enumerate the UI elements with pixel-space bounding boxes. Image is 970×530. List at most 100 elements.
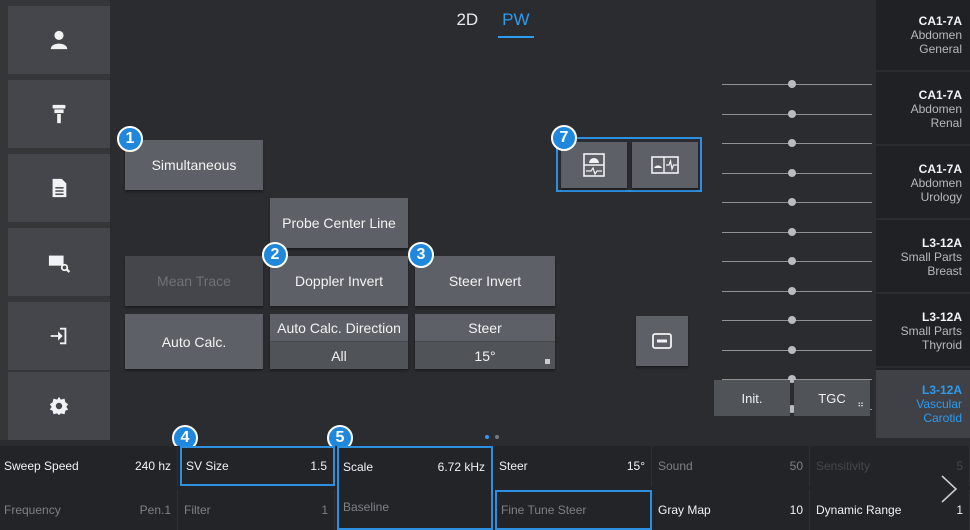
param-value: 50 [789, 459, 803, 473]
mode-tabs: 2D PW [110, 10, 876, 38]
param-sound[interactable]: Sound 50 [654, 446, 810, 486]
tab-2d[interactable]: 2D [452, 10, 482, 38]
badge-1: 1 [117, 126, 143, 152]
report-button[interactable] [8, 154, 110, 222]
steer-label: Steer [415, 314, 555, 342]
preset-application: Small Parts [900, 324, 962, 338]
next-page-arrow-icon[interactable] [938, 474, 962, 504]
steer-value: 15° [415, 342, 555, 369]
auto-calc-button[interactable]: Auto Calc. [125, 314, 263, 369]
param-value: 240 hz [134, 459, 171, 473]
param-value: Pen.1 [139, 503, 171, 517]
auto-calc-direction-value: All [270, 342, 408, 369]
mean-trace-button[interactable]: Mean Trace [125, 256, 263, 306]
tgc-slider-knob[interactable] [788, 139, 796, 147]
preset-name: General [919, 42, 962, 56]
param-value: 5 [956, 459, 963, 473]
param-gray-map[interactable]: Gray Map 10 [654, 490, 810, 530]
doppler-invert-button[interactable]: Doppler Invert [270, 256, 408, 306]
param-label: SV Size [186, 459, 229, 473]
tgc-slider-knob[interactable] [788, 169, 796, 177]
preset-application: Abdomen [910, 102, 962, 116]
tgc-slider-track [722, 143, 872, 144]
badge-7: 7 [551, 125, 577, 151]
param-label: Scale [343, 460, 374, 474]
patient-icon [50, 30, 68, 50]
patient-button[interactable] [8, 6, 110, 74]
param-scale[interactable]: Scale 6.72 kHz [337, 446, 493, 486]
probe-icon [52, 104, 66, 124]
param-label: Dynamic Range [816, 503, 902, 517]
trackball-mode-icon [652, 333, 672, 349]
preset-application: Abdomen [910, 28, 962, 42]
preset-item[interactable]: CA1-7A Abdomen Renal [876, 74, 970, 146]
tgc-slider-knob[interactable] [788, 110, 796, 118]
preset-list: CA1-7A Abdomen General CA1-7A Abdomen Re… [876, 0, 970, 440]
steer-control[interactable]: Steer 15° [415, 314, 555, 369]
preset-application: Abdomen [910, 176, 962, 190]
tgc-slider-knob[interactable] [788, 346, 796, 354]
badge-2: 2 [262, 242, 288, 268]
tgc-slider-track [722, 261, 872, 262]
preset-item-active[interactable]: L3-12A Vascular Carotid [876, 370, 970, 440]
auto-calc-direction-control[interactable]: Auto Calc. Direction All [270, 314, 408, 369]
param-label: Fine Tune Steer [501, 503, 587, 517]
preset-item[interactable]: CA1-7A Abdomen General [876, 0, 970, 72]
tgc-slider-track [722, 232, 872, 233]
preset-item[interactable]: L3-12A Small Parts Breast [876, 222, 970, 294]
review-button[interactable] [8, 228, 110, 296]
trackball-mode-button[interactable] [636, 316, 688, 366]
tgc-slider-knob[interactable] [788, 228, 796, 236]
tgc-slider-knob[interactable] [788, 316, 796, 324]
preset-name: Renal [930, 116, 962, 130]
tgc-slider-track [722, 173, 872, 174]
param-frequency[interactable]: Frequency Pen.1 [0, 490, 178, 530]
param-sv-size[interactable]: SV Size 1.5 [180, 446, 335, 486]
preset-application: Small Parts [900, 250, 962, 264]
param-value: 6.72 kHz [437, 460, 485, 474]
preset-name: Carotid [923, 411, 962, 425]
param-filter[interactable]: Filter 1 [180, 490, 335, 530]
tgc-button[interactable]: TGC ⠶ [794, 380, 870, 416]
probe-button[interactable] [8, 80, 110, 148]
tab-pw[interactable]: PW [498, 10, 534, 38]
param-label: Frequency [4, 503, 61, 517]
preset-probe: L3-12A [921, 383, 962, 397]
param-baseline[interactable]: Baseline [337, 486, 493, 530]
simultaneous-button[interactable]: Simultaneous [125, 140, 263, 190]
tgc-slider-track [722, 84, 872, 85]
preset-item[interactable]: L3-12A Small Parts Thyroid [876, 296, 970, 368]
param-fine-tune-steer[interactable]: Fine Tune Steer [495, 490, 652, 530]
page-indicator [485, 435, 499, 439]
tgc-slider-knob[interactable] [788, 257, 796, 265]
steer-invert-button[interactable]: Steer Invert [415, 256, 555, 306]
param-label: Steer [499, 459, 528, 473]
param-label: Baseline [343, 500, 390, 514]
param-value: 1.5 [310, 459, 327, 473]
param-steer[interactable]: Steer 15° [495, 446, 652, 486]
preset-item[interactable]: CA1-7A Abdomen Urology [876, 148, 970, 220]
exit-button[interactable] [8, 302, 110, 370]
param-value: 1 [321, 503, 328, 517]
probe-center-line-button[interactable]: Probe Center Line [270, 198, 408, 248]
tgc-slider-track [722, 114, 872, 115]
tgc-slider-knob[interactable] [788, 287, 796, 295]
preset-probe: CA1-7A [918, 88, 962, 102]
param-sweep-speed[interactable]: Sweep Speed 240 hz [0, 446, 178, 486]
page-dot-active[interactable] [485, 435, 489, 439]
page-dot[interactable] [495, 435, 499, 439]
param-label: Sensitivity [816, 459, 871, 473]
layout-horizontal-button[interactable] [632, 142, 698, 188]
preset-application: Vascular [916, 397, 962, 411]
preset-probe: L3-12A [921, 310, 962, 324]
param-value: 10 [789, 503, 803, 517]
tgc-slider-knob[interactable] [788, 198, 796, 206]
more-indicator-icon [545, 359, 550, 364]
tgc-slider-knob[interactable] [788, 80, 796, 88]
tgc-slider-track [722, 202, 872, 203]
param-value: 1 [956, 503, 963, 517]
settings-button[interactable] [8, 372, 110, 440]
tgc-init-button[interactable]: Init. [714, 380, 790, 416]
preset-name: Urology [920, 190, 962, 204]
tgc-slider-track [722, 320, 872, 321]
